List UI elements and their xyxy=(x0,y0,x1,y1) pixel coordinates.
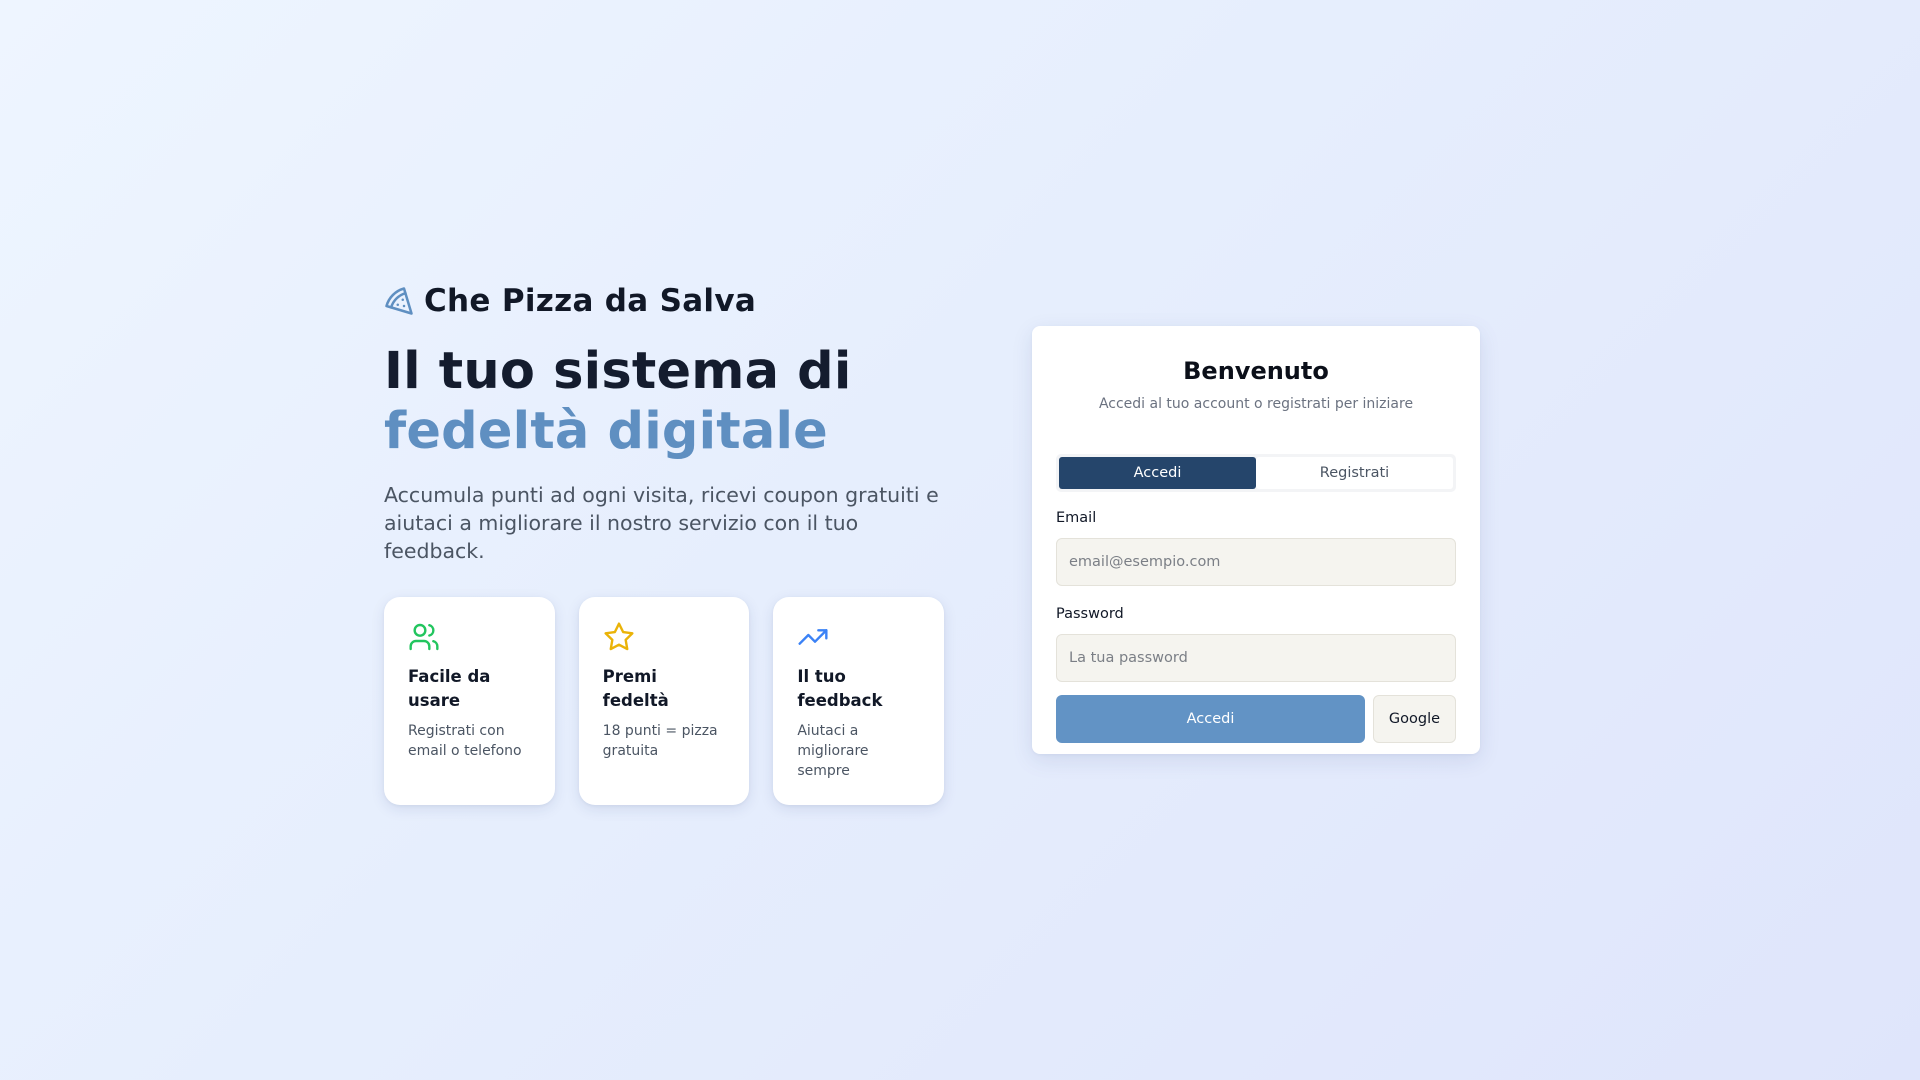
feature-title: Premi fedeltà xyxy=(602,667,669,710)
headline-line-2: fedeltà digitale xyxy=(384,402,828,461)
star-icon xyxy=(603,621,635,653)
feature-title: Il tuo feedback xyxy=(797,667,883,710)
login-card: Benvenuto Accedi al tuo account o regist… xyxy=(1032,326,1480,754)
feature-desc: 18 punti = pizza gratuita xyxy=(602,723,718,759)
feature-desc: Registrati con email o telefono xyxy=(408,723,522,759)
email-label: Email xyxy=(1056,510,1097,526)
page-headline: Il tuo sistema di fedeltà digitale xyxy=(384,342,944,462)
hero-section: Che Pizza da Salva Il tuo sistema di fed… xyxy=(384,280,945,805)
pizza-slice-icon xyxy=(384,286,414,316)
password-field[interactable] xyxy=(1056,634,1456,682)
login-submit-button[interactable]: Accedi xyxy=(1056,695,1365,743)
password-label: Password xyxy=(1056,606,1124,622)
tab-login[interactable]: Accedi xyxy=(1059,457,1256,489)
feature-cards: Facile da usare Registrati con email o t… xyxy=(384,597,945,805)
users-icon xyxy=(408,621,440,653)
tab-register[interactable]: Registrati xyxy=(1256,457,1453,489)
login-actions: Accedi Google xyxy=(1056,695,1456,743)
trending-up-icon xyxy=(797,621,829,653)
google-login-button[interactable]: Google xyxy=(1373,695,1456,743)
login-subtitle: Accedi al tuo account o registrati per i… xyxy=(1098,396,1414,412)
email-field[interactable] xyxy=(1056,538,1456,586)
brand: Che Pizza da Salva xyxy=(384,280,944,322)
brand-name: Che Pizza da Salva xyxy=(424,283,757,319)
feature-card-easy: Facile da usare Registrati con email o t… xyxy=(384,597,555,805)
feature-card-rewards: Premi fedeltà 18 punti = pizza gratuita xyxy=(578,597,750,805)
feature-desc: Aiutaci a migliorare sempre xyxy=(797,723,869,779)
auth-tabs: Accedi Registrati xyxy=(1056,454,1456,492)
feature-card-feedback: Il tuo feedback Aiutaci a migliorare sem… xyxy=(773,597,945,805)
headline-line-1: Il tuo sistema di xyxy=(384,342,852,401)
login-title: Benvenuto xyxy=(1183,357,1329,385)
intro-text: Accumula punti ad ogni visita, ricevi co… xyxy=(384,483,939,563)
feature-title: Facile da usare xyxy=(408,667,491,710)
